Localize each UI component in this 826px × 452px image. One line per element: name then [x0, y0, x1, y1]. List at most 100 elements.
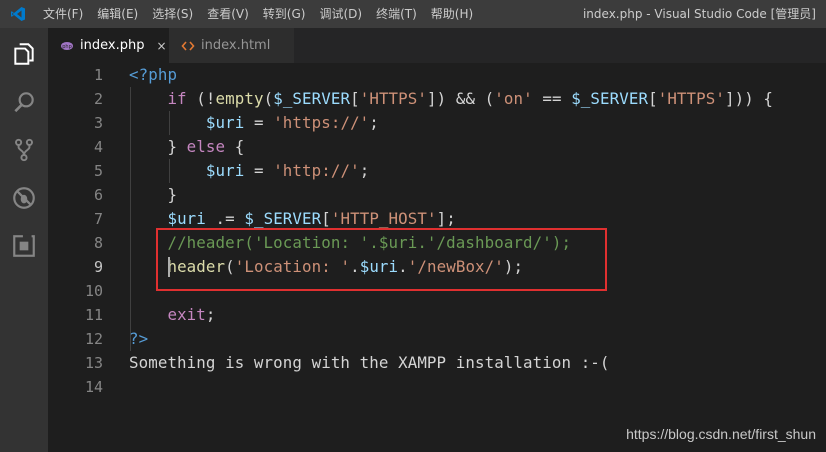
- menu-file[interactable]: 文件(F): [36, 0, 90, 28]
- code-token: (: [263, 89, 274, 108]
- code-token: }: [129, 185, 178, 204]
- code-token: [: [321, 209, 331, 228]
- code-token: ;: [205, 305, 216, 324]
- code-line[interactable]: 12 ?>: [48, 327, 826, 351]
- code-text: Something is wrong with the XAMPP instal…: [129, 351, 610, 375]
- menu-go[interactable]: 转到(G): [256, 0, 313, 28]
- php-file-icon: php: [60, 39, 74, 53]
- code-line[interactable]: 3 $uri = 'https://';: [48, 111, 826, 135]
- tab-label: index.php: [80, 38, 145, 53]
- code-token: 'https://': [273, 113, 370, 132]
- code-line[interactable]: 14: [48, 375, 826, 399]
- code-line[interactable]: 5 $uri = 'http://';: [48, 159, 826, 183]
- code-token: ;: [369, 113, 379, 132]
- code-token: .=: [205, 209, 245, 228]
- tab-index-php[interactable]: php index.php ×: [48, 28, 169, 63]
- explorer-icon[interactable]: [0, 30, 48, 78]
- line-number: 3: [93, 114, 103, 132]
- line-number: 9: [93, 258, 103, 276]
- line-number: 6: [93, 186, 103, 204]
- code-token: ])) {: [724, 89, 774, 108]
- close-icon[interactable]: ×: [156, 39, 166, 53]
- code-token: [: [350, 89, 360, 108]
- line-number: 4: [93, 138, 103, 156]
- line-number: 7: [93, 210, 103, 228]
- code-token: ];: [436, 209, 456, 228]
- code-token: $uri: [167, 209, 206, 228]
- code-text: }: [129, 183, 177, 207]
- code-text: if (!empty($_SERVER['HTTPS']) && ('on' =…: [129, 87, 773, 111]
- code-token: else: [186, 137, 226, 156]
- svg-text:php: php: [62, 44, 72, 50]
- code-text: } else {: [129, 135, 244, 159]
- code-token: $_SERVER: [244, 209, 322, 228]
- line-number: 1: [93, 66, 103, 84]
- tab-label: index.html: [201, 38, 271, 53]
- line-number: 14: [84, 378, 103, 396]
- line-number: 5: [93, 162, 103, 180]
- tab-index-html[interactable]: index.html: [169, 28, 294, 63]
- code-line[interactable]: 2 if (!empty($_SERVER['HTTPS']) && ('on'…: [48, 87, 826, 111]
- code-token: $_SERVER: [273, 89, 351, 108]
- code-token: <?php: [129, 65, 178, 84]
- code-text: ?>: [129, 327, 148, 351]
- vscode-logo-icon: [11, 7, 25, 21]
- code-token: 'on': [494, 89, 533, 108]
- line-number: 2: [93, 90, 103, 108]
- code-line[interactable]: 13 Something is wrong with the XAMPP inst…: [48, 351, 826, 375]
- code-token: $uri: [205, 161, 245, 180]
- code-token: ;: [359, 161, 370, 180]
- line-number: 10: [84, 282, 103, 300]
- code-token: ==: [532, 89, 572, 108]
- code-line[interactable]: 6 }: [48, 183, 826, 207]
- code-line[interactable]: 11 exit;: [48, 303, 826, 327]
- line-number: 12: [84, 330, 103, 348]
- code-text: <?php: [129, 63, 177, 87]
- html-file-icon: [181, 39, 195, 53]
- code-token: exit: [167, 305, 206, 324]
- code-text: $uri = 'http://';: [129, 159, 369, 183]
- menu-help[interactable]: 帮助(H): [424, 0, 480, 28]
- menu-debug[interactable]: 调试(D): [312, 0, 369, 28]
- code-token: }: [129, 137, 187, 156]
- code-token: Something is wrong with the XAMPP instal…: [129, 353, 610, 372]
- code-token: $_SERVER: [571, 89, 649, 108]
- window-title: index.php - Visual Studio Code [管理员]: [582, 7, 816, 21]
- menu-edit[interactable]: 编辑(E): [90, 0, 145, 28]
- code-token: =: [244, 161, 274, 180]
- menu-view[interactable]: 查看(V): [200, 0, 256, 28]
- code-token: (!: [186, 89, 216, 108]
- watermark: https://blog.csdn.net/first_shun: [626, 426, 816, 442]
- code-line[interactable]: 1 <?php: [48, 63, 826, 87]
- code-token: {: [225, 137, 245, 156]
- search-icon[interactable]: [0, 78, 48, 126]
- extensions-icon[interactable]: [0, 222, 48, 270]
- text-cursor: [168, 257, 170, 277]
- title-bar: 文件(F) 编辑(E) 选择(S) 查看(V) 转到(G) 调试(D) 终端(T…: [0, 0, 826, 28]
- code-token: ?>: [129, 329, 149, 348]
- line-number: 11: [84, 306, 103, 324]
- code-token: 'HTTP_HOST': [330, 209, 437, 228]
- code-token: [: [648, 89, 658, 108]
- code-token: ]) && (: [427, 89, 495, 108]
- code-text: exit;: [129, 303, 216, 327]
- code-token: 'HTTPS': [359, 89, 427, 108]
- activity-bar: [0, 28, 48, 452]
- code-line[interactable]: 4 } else {: [48, 135, 826, 159]
- code-token: $uri: [205, 113, 245, 132]
- tab-bar: php index.php × index.html: [48, 28, 826, 63]
- code-text: $uri = 'https://';: [129, 111, 379, 135]
- code-token: 'http://': [273, 161, 360, 180]
- debug-icon[interactable]: [0, 174, 48, 222]
- code-token: if: [129, 89, 187, 108]
- source-control-icon[interactable]: [0, 126, 48, 174]
- menu-selection[interactable]: 选择(S): [145, 0, 200, 28]
- menu-bar: 文件(F) 编辑(E) 选择(S) 查看(V) 转到(G) 调试(D) 终端(T…: [36, 0, 480, 28]
- highlight-box: [156, 228, 607, 291]
- line-number: 8: [93, 234, 103, 252]
- code-token: 'HTTPS': [657, 89, 725, 108]
- menu-terminal[interactable]: 终端(T): [369, 0, 424, 28]
